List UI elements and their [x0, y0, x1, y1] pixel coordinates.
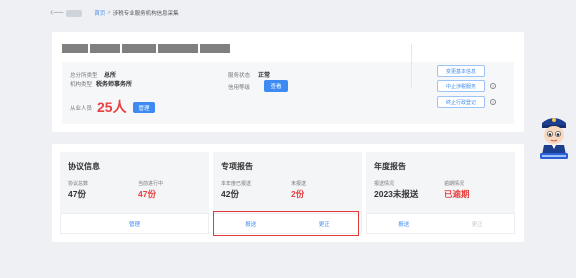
agreement-ongoing-label: 当前进行中 [138, 181, 164, 187]
agreement-ongoing-value: 47份 [138, 189, 156, 199]
help-icon[interactable]: ? [490, 99, 496, 105]
agreement-title: 协议信息 [68, 162, 100, 171]
divider [411, 44, 412, 88]
staff-count: 25人 [97, 99, 127, 115]
service-status-label: 服务状态 [228, 73, 251, 79]
annual-overdue-label: 逾期情况 [444, 181, 465, 187]
agreement-total-label: 协议总数 [68, 181, 89, 187]
annual-overdue-value: 已逾期 [444, 189, 470, 199]
annual-report-panel: 年度报告 报送情况 2023未报送 逾期情况 已逾期 报送 更正 [366, 152, 515, 234]
agreement-panel: 协议信息 协议总数 47份 当前进行中 47份 管理 [60, 152, 209, 234]
back-arrow-icon[interactable]: ‹— [50, 8, 63, 18]
annual-submit-button[interactable]: 报送 [367, 214, 441, 233]
change-info-button[interactable]: 变更基本信息 [437, 65, 485, 77]
report-pending-value: 2份 [291, 189, 305, 199]
credit-view-button[interactable]: 查看 [264, 80, 288, 92]
org-name-blurred [62, 44, 230, 54]
special-report-title: 专项报告 [221, 162, 253, 171]
org-kind-label: 机构类型 [70, 82, 93, 88]
credit-level-label: 信用等级 [228, 85, 251, 91]
back-label-blurred[interactable] [66, 9, 83, 17]
top-bar: ‹— 首页 > 涉税专业服务机构信息采集 [0, 0, 576, 26]
org-type-label: 总分所类型 [70, 73, 98, 79]
report-submitted-value: 42份 [221, 189, 239, 199]
agreement-manage-button[interactable]: 管理 [61, 214, 208, 233]
agreement-footer: 管理 [60, 213, 209, 234]
breadcrumb-current: 涉税专业服务机构信息采集 [112, 11, 179, 17]
breadcrumb-home[interactable]: 首页 [94, 9, 105, 17]
annual-status-value: 2023未报送 [374, 189, 419, 199]
report-submitted-label: 本年度已报送 [221, 181, 252, 187]
breadcrumb-separator: > [107, 10, 111, 16]
annual-correct-button: 更正 [471, 221, 483, 228]
suspend-service-button[interactable]: 中止涉税服务 [437, 80, 485, 92]
mascot-assistant-icon[interactable] [539, 113, 569, 159]
staff-manage-button[interactable]: 管理 [133, 102, 155, 113]
org-type-value: 总所 [104, 73, 117, 79]
annual-status-label: 报送情况 [374, 181, 395, 187]
terminate-registration-button[interactable]: 终止行政登记 [437, 96, 485, 108]
help-icon[interactable]: ? [490, 83, 496, 89]
annual-report-footer: 报送 更正 [366, 213, 515, 234]
service-status-value: 正常 [258, 73, 271, 79]
staff-label: 从业人员 [70, 106, 93, 112]
agreement-total-value: 47份 [68, 189, 86, 199]
annual-report-title: 年度报告 [374, 162, 406, 171]
org-kind-value: 税务师事务所 [96, 82, 133, 88]
report-pending-label: 未报送 [291, 181, 307, 187]
highlight-box [213, 211, 359, 236]
